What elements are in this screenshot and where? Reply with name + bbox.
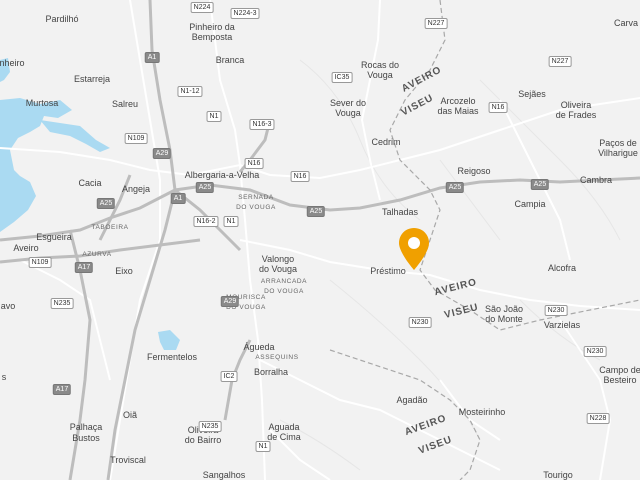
locality-taboeira: TABOEIRA bbox=[91, 224, 129, 231]
road-shield: A1 bbox=[170, 193, 186, 204]
place-s: s bbox=[1, 372, 7, 382]
locality-sernada-do-vouga: SERNADA DO VOUGA bbox=[236, 194, 276, 211]
pin-center-dot bbox=[408, 237, 420, 249]
road-shield: N1 bbox=[223, 216, 239, 227]
place-bustos: Bustos bbox=[72, 433, 100, 443]
location-pin-icon[interactable] bbox=[396, 226, 432, 274]
place-cedrim: Cedrim bbox=[371, 137, 401, 147]
place-alcofra: Alcofra bbox=[547, 263, 577, 273]
place-campo-de-besteiros: Campo de Besteiro bbox=[599, 365, 640, 385]
place-aveiro: Aveiro bbox=[13, 243, 39, 253]
map-base-layer bbox=[0, 0, 640, 480]
road-shield: A17 bbox=[52, 384, 72, 395]
place-rocas-do-vouga: Rocas do Vouga bbox=[360, 60, 400, 80]
road-shield: N224 bbox=[190, 2, 214, 13]
road-shield: A1 bbox=[144, 52, 160, 63]
road-shield: N109 bbox=[124, 133, 148, 144]
place-estarreja: Estarreja bbox=[73, 74, 111, 84]
place-borralha: Borralha bbox=[253, 367, 289, 377]
place-salreu: Salreu bbox=[111, 99, 139, 109]
place-angeja: Angeja bbox=[121, 184, 151, 194]
place-esgueira: Esgueira bbox=[36, 232, 72, 242]
road-shield: A25 bbox=[96, 198, 116, 209]
locality-azurva: AZURVA bbox=[82, 251, 112, 258]
road-shield: N230 bbox=[408, 317, 432, 328]
place-sangalhos: Sangalhos bbox=[202, 470, 246, 480]
road-shield: A25 bbox=[530, 179, 550, 190]
road-shield: N224-3 bbox=[230, 8, 260, 19]
place-cambra: Cambra bbox=[579, 175, 613, 185]
road-shield: IC2 bbox=[220, 371, 238, 382]
major-roads bbox=[0, 0, 640, 480]
road-shield: N227 bbox=[424, 18, 448, 29]
place-arcozelo-das-maias: Arcozelo das Maias bbox=[437, 96, 479, 116]
place-sao-joao-do-monte: São João do Monte bbox=[484, 304, 524, 324]
place-oia: Oiã bbox=[122, 410, 138, 420]
road-shield: N16 bbox=[244, 158, 264, 169]
road-shield: N227 bbox=[548, 56, 572, 67]
place-aguada-de-cima: Aguada de Cima bbox=[267, 422, 301, 442]
road-shield: N230 bbox=[544, 305, 568, 316]
place-palhaca: Palhaça bbox=[69, 422, 103, 432]
road-shield: A29 bbox=[152, 148, 172, 159]
road-shield: N16 bbox=[290, 171, 310, 182]
road-shield: N235 bbox=[50, 298, 74, 309]
place-oliveira-de-frades: Oliveira de Frades bbox=[555, 100, 597, 120]
place-mosteirinho: Mosteirinho bbox=[458, 407, 506, 417]
road-shield: N109 bbox=[28, 257, 52, 268]
road-shield: N230 bbox=[583, 346, 607, 357]
minor-roads bbox=[0, 0, 640, 480]
place-branca: Branca bbox=[215, 55, 245, 65]
place-eixo: Eixo bbox=[115, 266, 133, 276]
road-shield: N16-2 bbox=[193, 216, 219, 227]
place-albergaria-a-velha: Albergaria-a-Velha bbox=[184, 170, 260, 180]
place-pinheiro-da-bemposta: Pinheiro da Bemposta bbox=[189, 22, 235, 42]
road-shield: N16 bbox=[488, 102, 508, 113]
road-shield: A25 bbox=[445, 182, 465, 193]
place-nheiro: nheiro bbox=[0, 58, 25, 68]
place-varzielas: Varzielas bbox=[543, 320, 581, 330]
place-agueda: Águeda bbox=[243, 342, 275, 352]
place-ilhavo: avo bbox=[0, 301, 16, 311]
place-campia: Campia bbox=[514, 199, 546, 209]
place-valongo-do-vouga: Valongo do Vouga bbox=[258, 254, 298, 274]
place-sejaes: Sejães bbox=[518, 89, 546, 99]
road-shield: N16-3 bbox=[249, 119, 275, 130]
road-shield: N228 bbox=[586, 413, 610, 424]
road-shield: N1 bbox=[206, 111, 222, 122]
locality-arrancada-do-vouga: ARRANCADA DO VOUGA bbox=[260, 278, 308, 295]
reservoir-fermentelos bbox=[158, 330, 180, 350]
place-fermentelos: Fermentelos bbox=[146, 352, 198, 362]
place-murtosa: Murtosa bbox=[25, 98, 59, 108]
locality-assequins: ASSEQUINS bbox=[255, 354, 299, 361]
road-shield: N1 bbox=[255, 441, 271, 452]
place-carva: Carva bbox=[613, 18, 639, 28]
place-cacia: Cacia bbox=[78, 178, 102, 188]
road-shield: A25 bbox=[306, 206, 326, 217]
road-shield: A25 bbox=[195, 182, 215, 193]
place-tourigo: Tourigo bbox=[543, 470, 573, 480]
place-agadao: Agadão bbox=[396, 395, 428, 405]
road-shield: N1-12 bbox=[177, 86, 203, 97]
place-sever-do-vouga: Sever do Vouga bbox=[329, 98, 367, 118]
place-talhadas: Talhadas bbox=[381, 207, 419, 217]
place-pardilho: Pardilhó bbox=[45, 14, 79, 24]
road-shield: A29 bbox=[220, 296, 240, 307]
lagoon-channel bbox=[40, 120, 110, 152]
place-troviscal: Troviscal bbox=[110, 455, 146, 465]
lagoon-water bbox=[0, 58, 72, 232]
place-pacos-de-vilharigues: Paços de Vilharigue bbox=[598, 138, 638, 158]
road-shield: N235 bbox=[198, 421, 222, 432]
place-reigoso: Reigoso bbox=[457, 166, 491, 176]
road-shield: A17 bbox=[74, 262, 94, 273]
road-shield: IC35 bbox=[331, 72, 353, 83]
map-canvas[interactable]: Pardilhó Pinheiro da Bemposta Carva nhei… bbox=[0, 0, 640, 480]
